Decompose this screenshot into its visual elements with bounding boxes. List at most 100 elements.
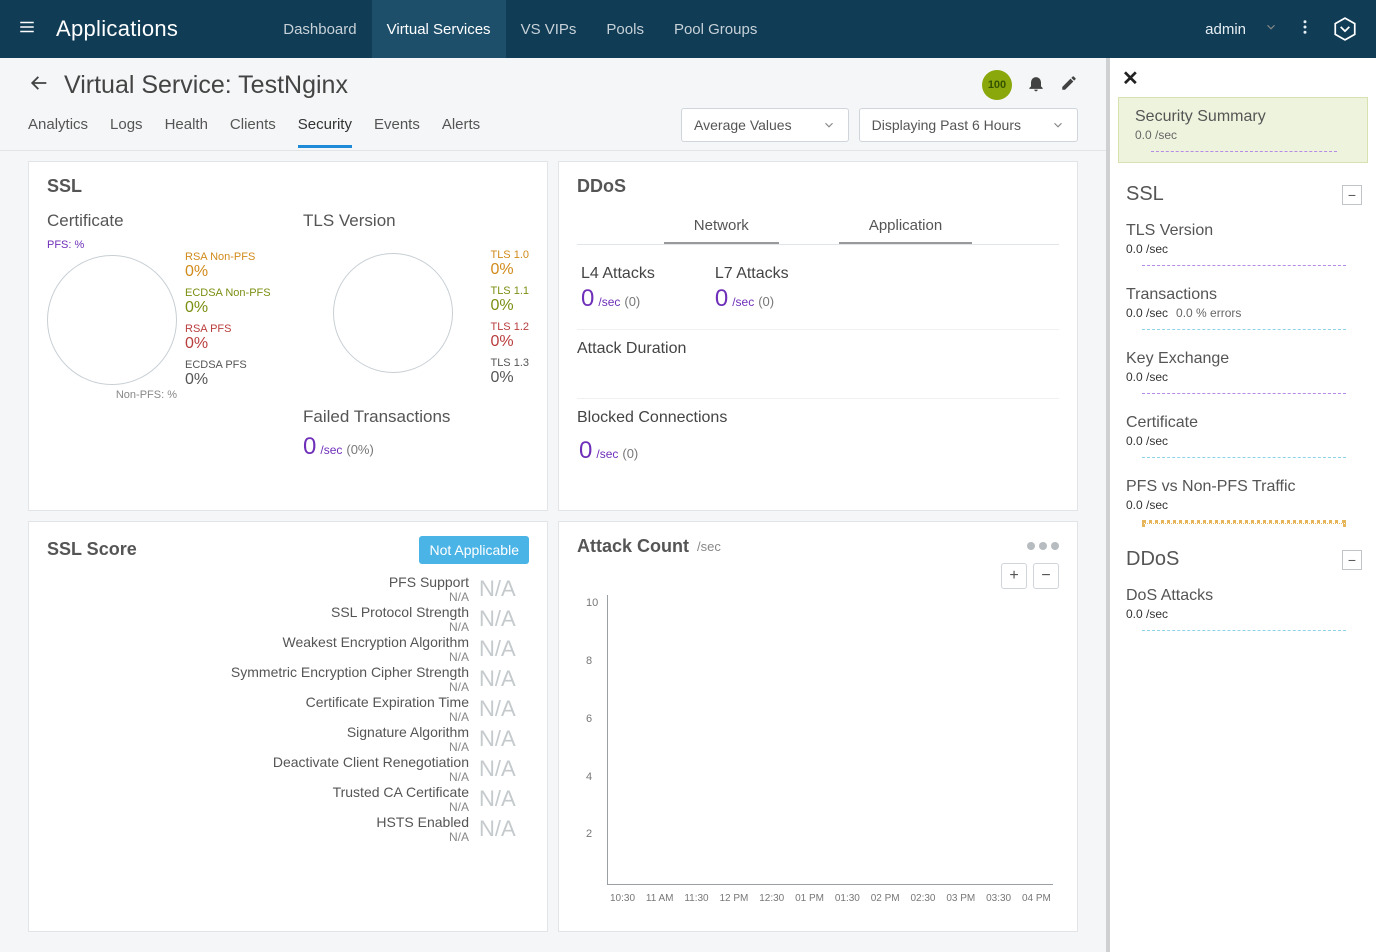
- side-item-security-summary[interactable]: Security Summary 0.0 /sec: [1118, 97, 1368, 163]
- ddos-card: DDoS NetworkApplication L4 Attacks 0 /se…: [558, 161, 1078, 511]
- subtab-health[interactable]: Health: [165, 110, 208, 148]
- x-tick: 11 AM: [646, 893, 674, 904]
- nav-link-virtual-services[interactable]: Virtual Services: [372, 0, 506, 58]
- bell-icon[interactable]: [1026, 73, 1046, 98]
- score-row: Certificate Expiration TimeN/AN/A: [47, 694, 529, 724]
- score-row: HSTS EnabledN/AN/A: [47, 814, 529, 844]
- x-tick: 04 PM: [1022, 893, 1051, 904]
- side-item-certificate[interactable]: Certificate0.0 /sec: [1110, 404, 1376, 468]
- side-item-dos-attacks[interactable]: DoS Attacks0.0 /sec: [1110, 577, 1376, 641]
- x-tick: 01 PM: [795, 893, 824, 904]
- x-tick: 03 PM: [946, 893, 975, 904]
- attack-count-card: Attack Count /sec + − 10:3011 AM11:3012 …: [558, 521, 1078, 933]
- tls-version-donut-chart: [333, 253, 453, 373]
- side-group-ssl: SSL −: [1110, 169, 1376, 212]
- score-row: Trusted CA CertificateN/AN/A: [47, 784, 529, 814]
- subtab-events[interactable]: Events: [374, 110, 420, 148]
- ssl-card-title: SSL: [47, 176, 529, 197]
- main-nav-links: DashboardVirtual ServicesVS VIPsPoolsPoo…: [268, 0, 772, 58]
- x-tick: 10:30: [610, 893, 635, 904]
- nav-link-vs-vips[interactable]: VS VIPs: [506, 0, 592, 58]
- y-tick: 8: [586, 655, 592, 667]
- y-tick: 2: [586, 828, 592, 840]
- ddos-tab-network[interactable]: Network: [664, 211, 779, 244]
- x-tick: 03:30: [986, 893, 1011, 904]
- legend-item: TLS 1.20%: [490, 321, 529, 351]
- more-menu-icon[interactable]: [1027, 542, 1059, 550]
- page-header: Virtual Service: TestNginx 100: [0, 58, 1106, 108]
- failed-transactions-title: Failed Transactions: [303, 407, 529, 427]
- values-dropdown[interactable]: Average Values: [681, 108, 849, 142]
- ssl-score-title: SSL Score: [47, 539, 137, 560]
- hamburger-icon[interactable]: [18, 18, 36, 41]
- tls-version-subtitle: TLS Version: [303, 211, 529, 231]
- side-panel-close-icon[interactable]: ✕: [1110, 66, 1376, 97]
- not-applicable-badge: Not Applicable: [419, 536, 529, 564]
- legend-item: TLS 1.00%: [490, 249, 529, 279]
- side-panel: ✕ Security Summary 0.0 /sec SSL − TLS Ve…: [1106, 58, 1376, 952]
- failed-trans-value: 0: [303, 435, 316, 459]
- attack-duration-title: Attack Duration: [577, 329, 1059, 368]
- score-row: SSL Protocol StrengthN/AN/A: [47, 604, 529, 634]
- y-tick: 10: [586, 597, 598, 609]
- x-tick: 02 PM: [871, 893, 900, 904]
- nav-link-pools[interactable]: Pools: [591, 0, 659, 58]
- time-range-dropdown[interactable]: Displaying Past 6 Hours: [859, 108, 1078, 142]
- ddos-tab-application[interactable]: Application: [839, 211, 972, 244]
- x-tick: 11:30: [684, 893, 708, 904]
- subtab-analytics[interactable]: Analytics: [28, 110, 88, 148]
- legend-item: ECDSA Non-PFS0%: [185, 287, 271, 317]
- kebab-menu-icon[interactable]: [1296, 18, 1314, 40]
- nav-link-pool-groups[interactable]: Pool Groups: [659, 0, 772, 58]
- side-item-pfs-vs-non-pfs-traffic[interactable]: PFS vs Non-PFS Traffic0.0 /sec: [1110, 468, 1376, 534]
- user-menu-chevron-icon[interactable]: [1264, 20, 1278, 38]
- side-item-transactions[interactable]: Transactions0.0 /sec0.0 % errors: [1110, 276, 1376, 340]
- collapse-ssl-icon[interactable]: −: [1342, 185, 1362, 205]
- app-brand: Applications: [56, 16, 178, 42]
- attack-count-chart: 10:3011 AM11:3012 PM12:3001 PM01:3002 PM…: [607, 595, 1053, 885]
- back-arrow-icon[interactable]: [28, 72, 50, 99]
- score-row: Deactivate Client RenegotiationN/AN/A: [47, 754, 529, 784]
- ssl-card: SSL Certificate PFS: % Non-PFS: %: [28, 161, 548, 511]
- certificate-donut-chart: [47, 255, 177, 385]
- x-tick: 02:30: [910, 893, 935, 904]
- side-item-key-exchange[interactable]: Key Exchange0.0 /sec: [1110, 340, 1376, 404]
- zoom-in-button[interactable]: +: [1001, 563, 1027, 589]
- score-row: Signature AlgorithmN/AN/A: [47, 724, 529, 754]
- product-logo-icon: [1332, 16, 1358, 42]
- legend-item: RSA PFS0%: [185, 323, 271, 353]
- l4-attacks-title: L4 Attacks: [581, 265, 655, 283]
- score-row: PFS SupportN/AN/A: [47, 574, 529, 604]
- x-tick: 01:30: [835, 893, 860, 904]
- collapse-ddos-icon[interactable]: −: [1342, 550, 1362, 570]
- health-score-badge[interactable]: 100: [982, 70, 1012, 100]
- subtab-alerts[interactable]: Alerts: [442, 110, 480, 148]
- x-tick: 12 PM: [719, 893, 748, 904]
- user-name: admin: [1205, 21, 1246, 38]
- subtab-security[interactable]: Security: [298, 110, 352, 148]
- legend-item: TLS 1.10%: [490, 285, 529, 315]
- nonpfs-label: Non-PFS: %: [47, 389, 177, 401]
- ssl-score-card: SSL Score Not Applicable PFS SupportN/AN…: [28, 521, 548, 933]
- legend-item: RSA Non-PFS0%: [185, 251, 271, 281]
- x-tick: 12:30: [759, 893, 784, 904]
- attack-count-unit: /sec: [697, 539, 721, 554]
- ddos-card-title: DDoS: [577, 176, 1059, 197]
- page-title: Virtual Service: TestNginx: [64, 71, 348, 100]
- score-row: Weakest Encryption AlgorithmN/AN/A: [47, 634, 529, 664]
- side-group-ddos: DDoS −: [1110, 534, 1376, 577]
- subtab-logs[interactable]: Logs: [110, 110, 143, 148]
- subtab-clients[interactable]: Clients: [230, 110, 276, 148]
- edit-pencil-icon[interactable]: [1060, 74, 1078, 97]
- y-tick: 4: [586, 771, 592, 783]
- score-row: Symmetric Encryption Cipher StrengthN/AN…: [47, 664, 529, 694]
- side-item-tls-version[interactable]: TLS Version0.0 /sec: [1110, 212, 1376, 276]
- zoom-out-button[interactable]: −: [1033, 563, 1059, 589]
- certificate-subtitle: Certificate: [47, 211, 273, 231]
- attack-count-title: Attack Count: [577, 536, 689, 557]
- blocked-conn-title: Blocked Connections: [577, 398, 1059, 437]
- l7-attacks-title: L7 Attacks: [715, 265, 789, 283]
- pfs-label: PFS: %: [47, 239, 84, 251]
- top-nav: Applications DashboardVirtual ServicesVS…: [0, 0, 1376, 58]
- nav-link-dashboard[interactable]: Dashboard: [268, 0, 371, 58]
